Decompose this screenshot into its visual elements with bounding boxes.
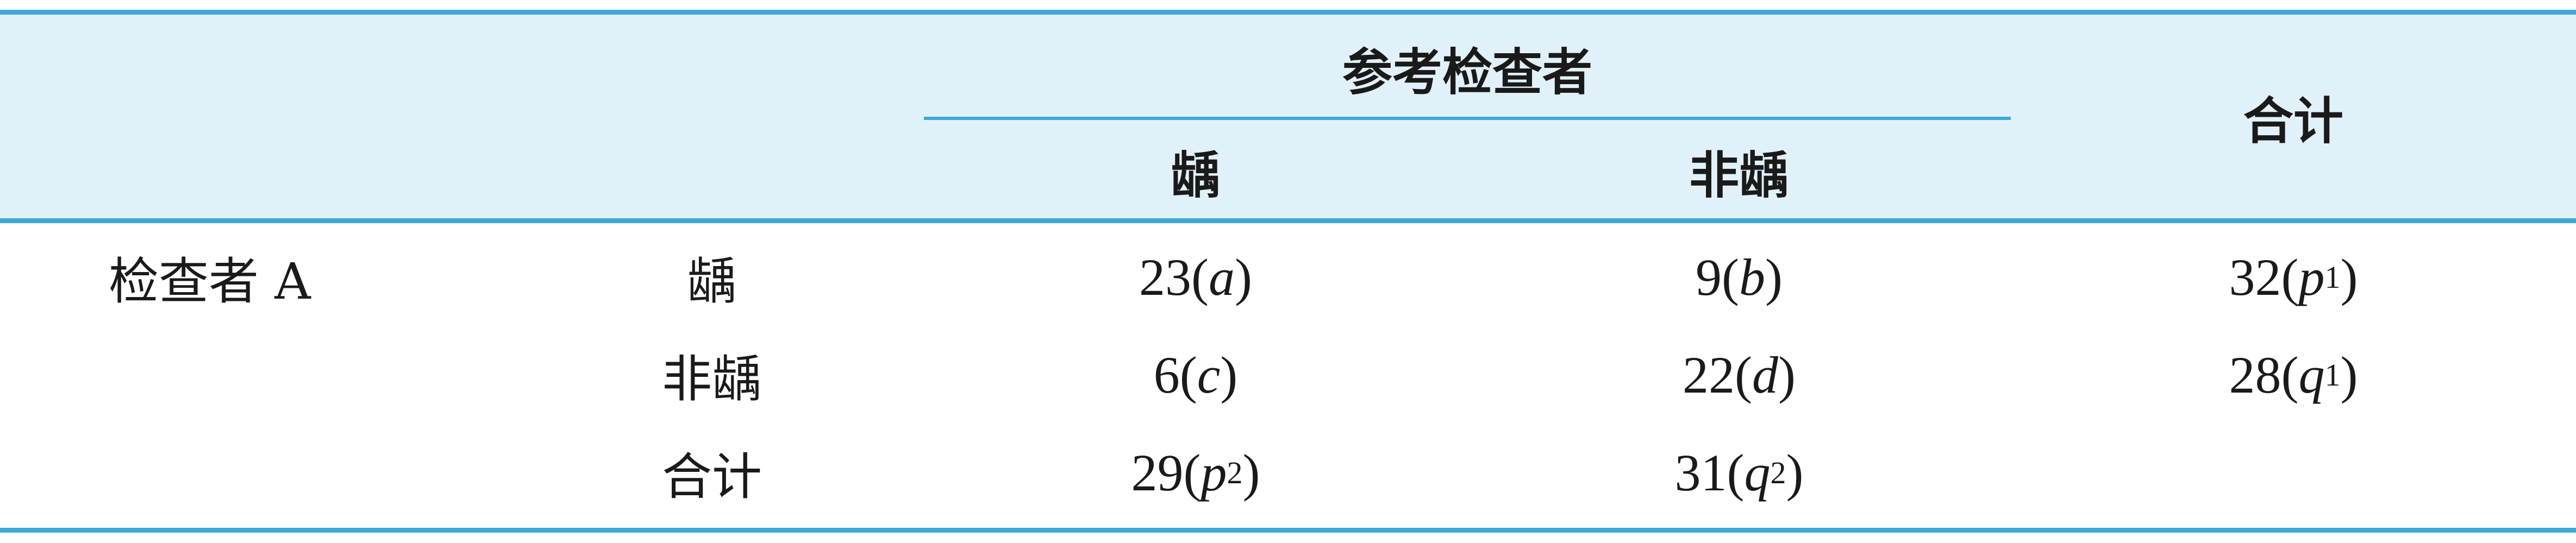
cell-symbol: q [2298,345,2325,404]
cell-value: 32 [2229,248,2281,306]
cell-symbol: b [1739,248,1765,306]
cell-symbol: d [1752,345,1778,404]
cell-value: 9 [1696,248,1722,306]
cell-value: 28 [2229,345,2281,404]
cell-subscript: 1 [2324,357,2341,393]
cell-subscript: 2 [1227,454,1243,490]
row-group-examiner-a: 检查者 A [109,252,311,311]
cell-noncaries-noncaries: 22(d) [1467,337,2011,413]
cell-value: 22 [1683,345,1735,404]
paren-open: ( [2281,248,2299,306]
cell-symbol: c [1197,345,1221,404]
group-underline [924,117,2011,120]
paren-close: ) [1242,443,1260,502]
cell-noncaries-total: 28(q 1) [2011,337,2576,413]
header-group-reference-examiner: 参考检查者 [1342,43,1592,102]
bottom-rule [0,528,2576,533]
cell-value: 23 [1139,248,1192,306]
paren-close: ) [1778,345,1796,404]
header-col-total: 合计 [2243,92,2343,150]
paren-open: ( [1722,248,1739,306]
cell-symbol: p [1201,443,1227,502]
cell-subscript: 2 [1770,454,1786,490]
cell-caries-noncaries: 9(b) [1467,239,2011,315]
row-label-caries: 龋 [686,252,737,311]
cell-caries-total: 32(p 1) [2011,239,2576,315]
contingency-table: 参考检查者 龋 非龋 合计 检查者 A 龋 非龋 合计 23(a) 9(b) 3… [0,0,2576,543]
paren-close: ) [2340,248,2358,306]
paren-open: ( [1727,443,1745,502]
paren-close: ) [1220,345,1238,404]
header-bottom-rule [0,218,2576,223]
cell-value: 29 [1131,443,1184,502]
row-label-total: 合计 [661,447,762,506]
paren-open: ( [1735,345,1752,404]
cell-noncaries-caries: 6(c) [924,337,1467,413]
cell-total-caries: 29(p 2) [924,434,1467,510]
paren-open: ( [1179,345,1197,404]
paren-close: ) [1786,443,1804,502]
paren-close: ) [1765,248,1783,306]
paren-close: ) [2340,345,2358,404]
paren-open: ( [1183,443,1201,502]
top-rule [0,10,2576,15]
cell-symbol: q [1744,443,1771,502]
cell-symbol: p [2298,248,2325,306]
cell-value: 6 [1153,345,1180,404]
paren-open: ( [1191,248,1209,306]
cell-symbol: a [1209,248,1235,306]
cell-total-noncaries: 31(q 2) [1467,434,2011,510]
paren-close: ) [1235,248,1252,306]
cell-value: 31 [1674,443,1727,502]
header-col-caries: 龋 [1170,146,1221,205]
paren-open: ( [2281,345,2299,404]
row-label-noncaries: 非龋 [661,350,762,408]
cell-subscript: 1 [2324,259,2341,295]
header-col-noncaries: 非龋 [1689,146,1789,205]
cell-caries-caries: 23(a) [924,239,1467,315]
